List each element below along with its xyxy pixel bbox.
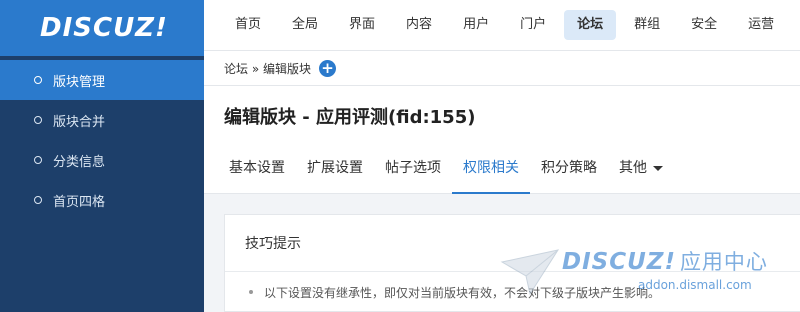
logo-text: DISCUZ!	[40, 13, 168, 43]
circle-bullet-icon	[34, 116, 42, 124]
tab-posts[interactable]: 帖子选项	[374, 146, 452, 194]
tab-other-label: 其他	[619, 160, 647, 176]
bullet-icon	[249, 290, 253, 294]
sidebar-item-label: 版块合并	[53, 114, 106, 130]
topnav-item-content[interactable]: 内容	[393, 10, 445, 40]
topnav-item-forum[interactable]: 论坛	[564, 10, 617, 40]
page-header: 编辑版块 - 应用评测(fid:155) 基本设置 扩展设置 帖子选项 权限相关…	[204, 86, 800, 194]
topnav-item-portal[interactable]: 门户	[507, 10, 559, 40]
tips-heading: 技巧提示	[225, 215, 800, 272]
sidebar-item-threadtypes[interactable]: 分类信息	[0, 140, 204, 180]
top-nav: 首页 全局 界面 内容 用户 门户 论坛 群组 安全 运营	[204, 0, 800, 51]
topnav-item-user[interactable]: 用户	[450, 10, 502, 40]
sidebar-item-grid[interactable]: 首页四格	[0, 180, 204, 220]
breadcrumb: 论坛 » 编辑版块 +	[204, 51, 800, 86]
sidebar-item-label: 版块管理	[53, 74, 106, 90]
circle-bullet-icon	[34, 196, 42, 204]
sidebar: DISCUZ! 版块管理 版块合并 分类信息 首页四格	[0, 0, 204, 312]
sidebar-item-forum-manage[interactable]: 版块管理	[0, 60, 204, 100]
tab-extend[interactable]: 扩展设置	[296, 146, 374, 194]
tip-text: 以下设置没有继承性，即仅对当前版块有效，不会对下级子版块产生影响。	[264, 285, 661, 300]
logo: DISCUZ!	[0, 0, 204, 56]
page-title: 编辑版块 - 应用评测(fid:155)	[224, 107, 476, 128]
breadcrumb-text[interactable]: 论坛 » 编辑版块	[224, 60, 311, 77]
topnav-item-home[interactable]: 首页	[222, 10, 274, 40]
topnav-item-group[interactable]: 群组	[621, 10, 673, 40]
sidebar-item-label: 分类信息	[53, 154, 106, 170]
topnav-item-style[interactable]: 界面	[336, 10, 388, 40]
topnav-item-global[interactable]: 全局	[279, 10, 331, 40]
tab-other-dropdown[interactable]: 其他	[608, 146, 674, 194]
admin-app: DISCUZ! 版块管理 版块合并 分类信息 首页四格 首页 全局 界面 内容 …	[0, 0, 800, 312]
tab-basic[interactable]: 基本设置	[218, 146, 296, 194]
sidebar-item-label: 首页四格	[53, 194, 106, 210]
topnav-item-extended[interactable]: 运营	[735, 10, 787, 40]
caret-down-icon	[653, 165, 663, 171]
tab-bar: 基本设置 扩展设置 帖子选项 权限相关 积分策略 其他	[218, 146, 674, 194]
tips-panel: 技巧提示 以下设置没有继承性，即仅对当前版块有效，不会对下级子版块产生影响。	[224, 214, 800, 312]
topnav-item-safe[interactable]: 安全	[678, 10, 730, 40]
sidebar-item-forum-merge[interactable]: 版块合并	[0, 100, 204, 140]
tip-item: 以下设置没有继承性，即仅对当前版块有效，不会对下级子版块产生影响。	[225, 272, 800, 312]
tab-permissions[interactable]: 权限相关	[452, 146, 530, 194]
sidebar-menu: 版块管理 版块合并 分类信息 首页四格	[0, 56, 204, 220]
tab-credits[interactable]: 积分策略	[530, 146, 608, 194]
plus-icon[interactable]: +	[318, 59, 336, 77]
circle-bullet-icon	[34, 156, 42, 164]
circle-bullet-icon	[34, 76, 42, 84]
